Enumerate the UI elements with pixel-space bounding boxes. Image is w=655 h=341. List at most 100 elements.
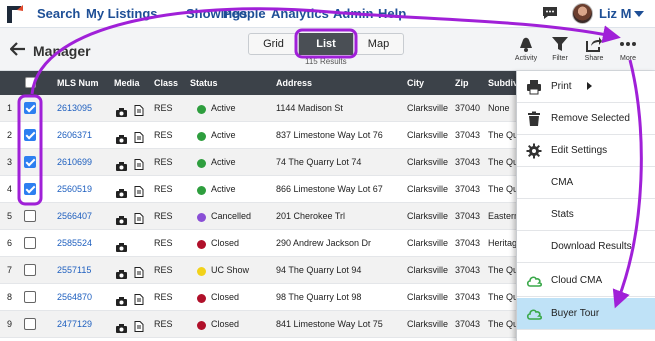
camera-icon[interactable] xyxy=(116,131,127,149)
camera-icon[interactable] xyxy=(116,239,127,257)
row-number: 9 xyxy=(7,319,13,329)
camera-icon[interactable] xyxy=(116,212,127,230)
mls-number-link[interactable]: 2606371 xyxy=(57,130,92,140)
row-checkbox[interactable] xyxy=(24,210,36,222)
city-value: Clarksville xyxy=(407,238,449,248)
camera-icon[interactable] xyxy=(116,293,127,311)
col-address[interactable]: Address xyxy=(276,78,312,88)
more-button[interactable]: More xyxy=(608,31,648,71)
row-checkbox[interactable] xyxy=(24,291,36,303)
mls-number-link[interactable]: 2477129 xyxy=(57,319,92,329)
row-checkbox[interactable] xyxy=(24,183,36,195)
menu-item-stats[interactable]: Stats xyxy=(517,199,655,231)
nav-help[interactable]: Help xyxy=(378,6,406,21)
mls-number-link[interactable]: 2613095 xyxy=(57,103,92,113)
col-class[interactable]: Class xyxy=(154,78,178,88)
menu-remove-label: Remove Selected xyxy=(551,113,630,124)
city-value: Clarksville xyxy=(407,103,449,113)
menu-item-print[interactable]: Print xyxy=(517,71,655,103)
mls-number-link[interactable]: 2585524 xyxy=(57,238,92,248)
document-icon[interactable] xyxy=(134,265,144,283)
zip-value: 37043 xyxy=(455,211,481,221)
menu-item-cma[interactable]: CMA xyxy=(517,167,655,199)
select-all-checkbox[interactable] xyxy=(25,77,36,88)
menu-item-edit-settings[interactable]: Edit Settings xyxy=(517,135,655,167)
camera-icon[interactable] xyxy=(116,320,127,338)
mls-number-link[interactable]: 2564870 xyxy=(57,292,92,302)
document-icon[interactable] xyxy=(134,157,144,175)
status-value: Closed xyxy=(211,319,240,329)
chevron-down-icon[interactable] xyxy=(634,11,644,17)
zip-value: 37043 xyxy=(455,238,481,248)
menu-item-remove-selected[interactable]: Remove Selected xyxy=(517,103,655,135)
row-checkbox[interactable] xyxy=(24,237,36,249)
document-icon[interactable] xyxy=(134,103,144,121)
row-number: 2 xyxy=(7,130,13,140)
row-checkbox[interactable] xyxy=(24,156,36,168)
mls-number-link[interactable]: 2557115 xyxy=(57,265,91,275)
subdivision-value: Heritag xyxy=(488,238,518,248)
zip-value: 37043 xyxy=(455,184,481,194)
document-icon[interactable] xyxy=(134,319,144,337)
camera-icon[interactable] xyxy=(116,266,127,284)
zip-value: 37043 xyxy=(455,265,481,275)
row-checkbox[interactable] xyxy=(24,129,36,141)
address-value: 94 The Quarry Lot 94 xyxy=(276,265,362,275)
nav-analytics[interactable]: Analytics xyxy=(271,6,329,21)
camera-icon[interactable] xyxy=(116,158,127,176)
avatar[interactable] xyxy=(572,3,593,24)
city-value: Clarksville xyxy=(407,319,449,329)
view-list-button[interactable]: List xyxy=(299,33,353,55)
row-checkbox[interactable] xyxy=(24,318,36,330)
nav-admin[interactable]: Admin xyxy=(333,6,373,21)
nav-my-listings[interactable]: My Listings xyxy=(86,6,158,21)
mls-number-link[interactable]: 2560519 xyxy=(57,184,92,194)
menu-item-cloud-cma[interactable]: Cloud CMA xyxy=(517,265,655,297)
class-value: RES xyxy=(154,238,173,248)
city-value: Clarksville xyxy=(407,184,449,194)
view-grid-button[interactable]: Grid xyxy=(248,33,299,55)
zip-value: 37043 xyxy=(455,319,481,329)
back-arrow-icon[interactable] xyxy=(10,42,26,56)
zip-value: 37043 xyxy=(455,130,481,140)
col-zip[interactable]: Zip xyxy=(455,78,469,88)
status-dot xyxy=(197,186,206,195)
nav-search[interactable]: Search xyxy=(37,6,80,21)
subdivision-value: The Qu xyxy=(488,292,519,302)
city-value: Clarksville xyxy=(407,292,449,302)
document-icon[interactable] xyxy=(134,184,144,202)
city-value: Clarksville xyxy=(407,211,449,221)
row-checkbox[interactable] xyxy=(24,102,36,114)
address-value: 841 Limestone Way Lot 75 xyxy=(276,319,383,329)
mls-number-link[interactable]: 2610699 xyxy=(57,157,92,167)
user-menu[interactable]: Liz M xyxy=(599,6,632,21)
menu-item-buyer-tour[interactable]: Buyer Tour xyxy=(517,298,655,330)
menu-cloud-cma-label: Cloud CMA xyxy=(551,275,603,286)
row-checkbox[interactable] xyxy=(24,264,36,276)
document-icon[interactable] xyxy=(134,211,144,229)
top-nav: Search My Listings Showings People Analy… xyxy=(0,0,655,28)
view-map-button[interactable]: Map xyxy=(353,33,404,55)
col-status[interactable]: Status xyxy=(190,78,218,88)
camera-icon[interactable] xyxy=(116,104,127,122)
cloud-icon xyxy=(526,276,543,287)
menu-cma-label: CMA xyxy=(551,177,574,188)
col-mls-num[interactable]: MLS Num xyxy=(57,78,99,88)
chat-icon[interactable] xyxy=(542,6,558,20)
gear-icon xyxy=(526,143,542,159)
mls-number-link[interactable]: 2566407 xyxy=(57,211,92,221)
status-dot xyxy=(197,294,206,303)
menu-item-download-results[interactable]: Download Results xyxy=(517,231,655,263)
document-icon[interactable] xyxy=(134,292,144,310)
subdivision-value: The Qu xyxy=(488,319,519,329)
col-city[interactable]: City xyxy=(407,78,424,88)
document-icon[interactable] xyxy=(134,130,144,148)
status-dot xyxy=(197,132,206,141)
camera-icon[interactable] xyxy=(116,185,127,203)
col-media[interactable]: Media xyxy=(114,78,140,88)
logo-icon[interactable] xyxy=(4,3,26,25)
row-number: 7 xyxy=(7,265,13,275)
address-value: 290 Andrew Jackson Dr xyxy=(276,238,372,248)
nav-people[interactable]: People xyxy=(223,6,266,21)
row-number: 8 xyxy=(7,292,13,302)
